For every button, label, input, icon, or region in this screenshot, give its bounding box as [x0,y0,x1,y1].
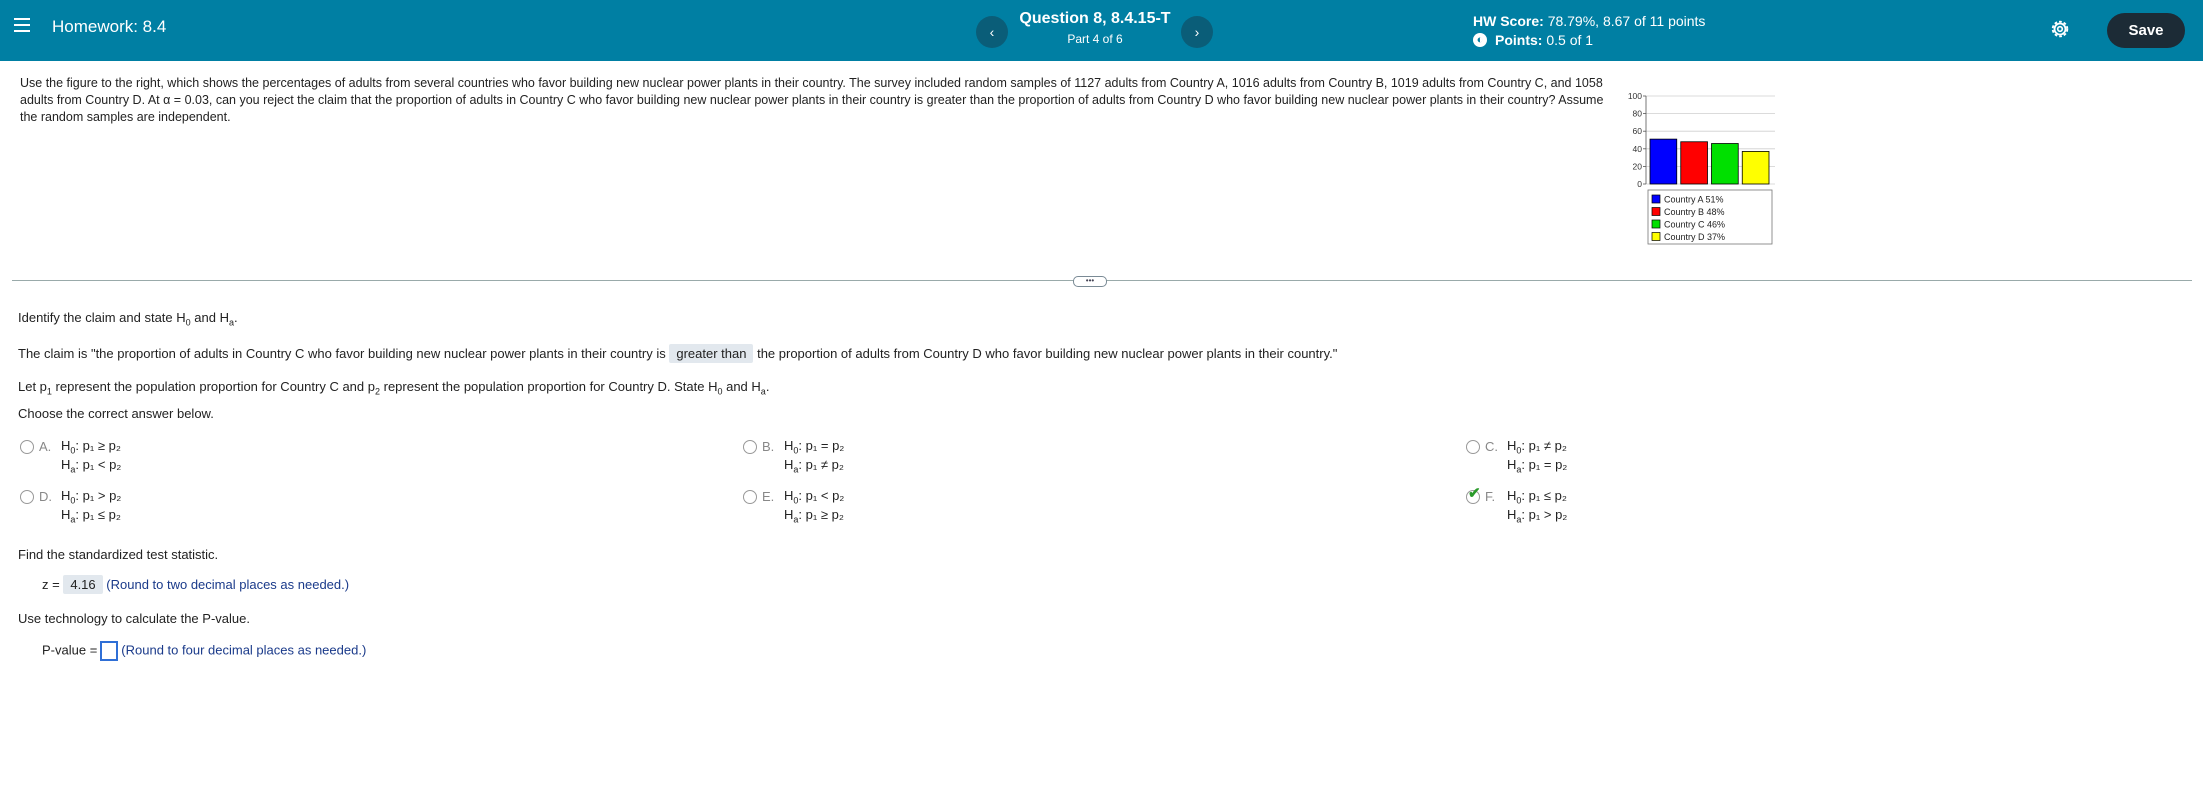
z-line: z = 4.16 (Round to two decimal places as… [42,575,350,594]
chevron-right-icon: › [1194,24,1200,40]
option-letter: D. [39,489,52,504]
question-title-block: Question 8, 8.4.15-T Part 4 of 6 [1010,0,1180,46]
save-button[interactable]: Save [2107,13,2185,48]
option-letter: E. [762,489,775,504]
hw-score: HW Score: 78.79%, 8.67 of 11 points [1473,13,1705,29]
claim-line: The claim is "the proportion of adults i… [18,344,1338,363]
y-tick-label: 40 [1633,144,1643,154]
option-b[interactable]: B. H0: p₁ = p₂ Ha: p₁ ≠ p₂ [743,438,943,478]
claim-post: the proportion of adults from Country D … [757,346,1338,361]
option-letter: F. [1485,489,1496,504]
z-hint: (Round to two decimal places as needed.) [106,577,350,592]
points-value: 0.5 of 1 [1546,32,1594,48]
bar [1741,151,1770,185]
y-tick-label: 100 [1628,91,1642,101]
question-part: Part 4 of 6 [1067,32,1123,46]
bar-chart: 100 80 60 40 20 0 Country A 51% Country B 48% Co… [1628,91,1775,245]
identify-mid: and H [190,310,229,325]
let-a: Let p [18,379,47,394]
menu-icon[interactable] [14,18,30,32]
let-d: and H [722,379,761,394]
points: ◐ Points: 0.5 of 1 [1473,32,1593,48]
legend-swatch [1651,219,1661,229]
option-ha: Ha: p₁ > p₂ [1507,507,1568,525]
option-ha: Ha: p₁ ≥ p₂ [784,507,844,525]
radio-button[interactable] [20,440,34,454]
y-tick-label: 60 [1633,126,1643,136]
option-e[interactable]: E. H0: p₁ < p₂ Ha: p₁ ≥ p₂ [743,488,943,528]
legend-label: Country B 48% [1664,207,1725,217]
radio-button[interactable] [743,440,757,454]
option-h0: H0: p₁ ≠ p₂ [1507,438,1567,456]
option-letter: C. [1485,439,1498,454]
legend-swatch [1651,232,1661,241]
option-c[interactable]: C. H0: p₁ ≠ p₂ Ha: p₁ = p₂ [1466,438,1666,478]
legend-label: Country A 51% [1664,195,1724,205]
option-h0: H0: p₁ = p₂ [784,438,845,456]
resize-handle[interactable]: ••• [1073,276,1107,287]
previous-question-button[interactable]: ‹ [976,16,1008,48]
question-title: Question 8, 8.4.15-T [1019,10,1171,27]
option-ha: Ha: p₁ < p₂ [61,457,122,475]
radio-button[interactable] [743,490,757,504]
question-text: Use the figure to the right, which shows… [20,76,1604,124]
find-stat-prompt: Find the standardized test statistic. [18,547,219,562]
z-value[interactable]: 4.16 [63,575,103,594]
option-letter: B. [762,439,775,454]
bar [1649,138,1678,185]
top-bar: Homework: 8.4 ‹ Question 8, 8.4.15-T Par… [0,0,2203,61]
next-question-button[interactable]: › [1181,16,1213,48]
let-c: represent the population proportion for … [380,379,718,394]
identify-pre: Identify the claim and state H [18,310,186,325]
radio-button[interactable] [1466,440,1480,454]
option-ha: Ha: p₁ = p₂ [1507,457,1568,475]
pvalue-hint: (Round to four decimal places as needed.… [121,642,367,658]
identify-prompt: Identify the claim and state H0 and Ha. [18,310,238,328]
use-tech-prompt: Use technology to calculate the P-value. [18,611,250,626]
y-tick-label: 20 [1633,161,1643,171]
legend-swatch [1651,194,1661,204]
option-letter: A. [39,439,52,454]
pvalue-input[interactable] [100,641,119,661]
option-a[interactable]: A. H0: p₁ ≥ p₂ Ha: p₁ < p₂ [20,438,220,478]
legend-label: Country D 37% [1664,232,1725,242]
points-label: Points: [1495,32,1543,48]
chevron-left-icon: ‹ [989,24,995,40]
claim-answer[interactable]: greater than [669,344,754,363]
homework-title: Homework: 8.4 [52,17,167,36]
pvalue-label: P-value = [42,642,98,658]
option-h0: H0: p₁ ≤ p₂ [1507,488,1567,506]
option-f[interactable]: ✔ F. H0: p₁ ≤ p₂ Ha: p₁ > p₂ [1466,485,1666,528]
claim-pre: The claim is "the proportion of adults i… [18,346,666,361]
legend-label: Country C 46% [1664,220,1725,230]
bar [1680,141,1708,185]
y-tick-label: 0 [1637,179,1642,189]
identify-post: . [234,310,238,325]
z-label: z = [42,577,60,592]
legend-swatch [1651,207,1661,216]
gear-icon[interactable] [2049,18,2071,40]
let-line: Let p1 represent the population proporti… [18,379,770,397]
option-h0: H0: p₁ < p₂ [784,488,845,506]
option-h0: H0: p₁ > p₂ [61,488,122,506]
checkmark-icon: ✔ [1468,485,1481,502]
bar [1711,143,1739,185]
choose-prompt: Choose the correct answer below. [18,406,214,421]
pvalue-line: P-value = (Round to four decimal places a… [42,641,366,661]
partial-credit-icon: ◐ [1473,33,1487,47]
option-ha: Ha: p₁ ≠ p₂ [784,457,844,475]
option-h0: H0: p₁ ≥ p₂ [61,438,121,456]
let-e: . [765,379,770,394]
hw-score-label: HW Score: [1473,13,1544,29]
y-tick-label: 80 [1633,109,1643,119]
radio-button[interactable] [20,490,34,504]
hw-score-value: 78.79%, 8.67 of 11 points [1547,13,1706,29]
option-d[interactable]: D. H0: p₁ > p₂ Ha: p₁ ≤ p₂ [20,488,220,528]
let-b: represent the population proportion for … [51,379,375,394]
option-ha: Ha: p₁ ≤ p₂ [61,507,121,525]
